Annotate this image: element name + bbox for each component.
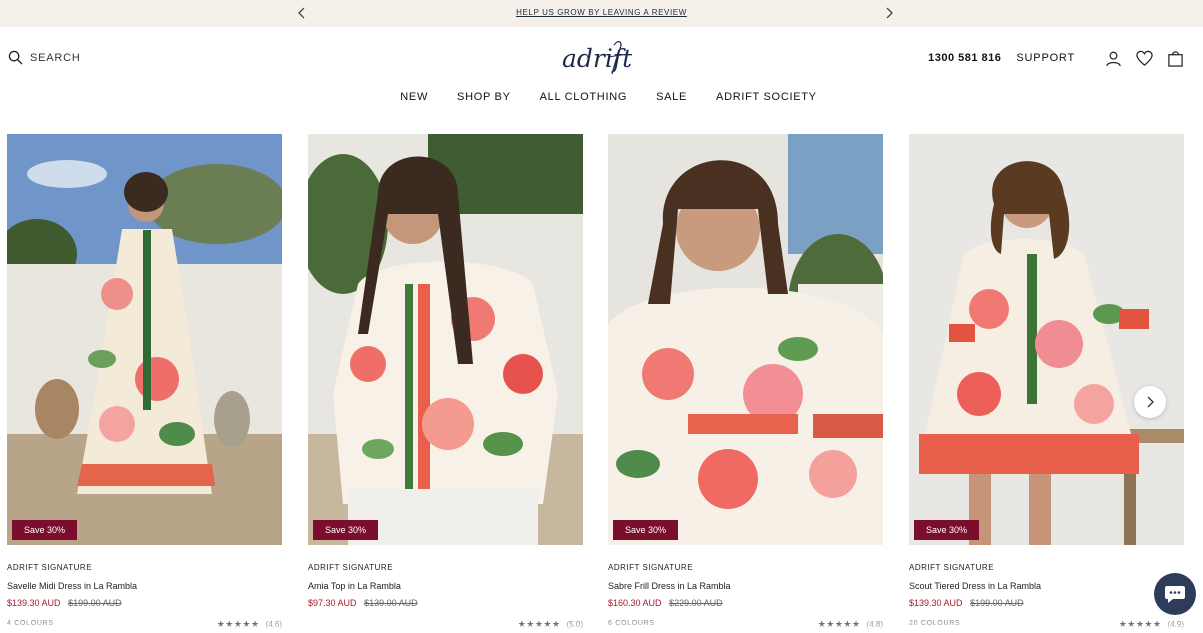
phone-number[interactable]: 1300 581 816	[928, 52, 1001, 64]
sale-price: $139.30 AUD	[909, 598, 963, 608]
original-price: $139.00 AUD	[364, 598, 418, 608]
sale-price: $97.30 AUD	[308, 598, 357, 608]
bag-icon	[1167, 50, 1183, 67]
product-image[interactable]	[7, 134, 282, 545]
sale-badge: Save 30%	[12, 520, 78, 540]
rating-score: (5.0)	[566, 620, 583, 629]
chat-icon	[1165, 586, 1185, 603]
product-name[interactable]: Amia Top in La Rambla	[308, 581, 401, 591]
rating-score: (4.9)	[1167, 620, 1184, 629]
account-button[interactable]	[1104, 49, 1122, 67]
announcement-next-button[interactable]	[880, 4, 898, 22]
chevron-right-icon	[886, 7, 893, 19]
search-icon	[8, 50, 23, 65]
chat-button[interactable]	[1154, 573, 1196, 615]
sale-badge: Save 30%	[914, 520, 980, 540]
site-header: SEARCH adrift 1300 581 816 SUPPORT NEW S…	[0, 27, 1203, 122]
announcement-link[interactable]: HELP US GROW BY LEAVING A REVIEW	[0, 8, 1203, 17]
rating-score: (4.8)	[866, 620, 883, 629]
product-rating: ★★★★★ (4.6)	[217, 619, 282, 630]
star-rating-icon: ★★★★★	[517, 619, 561, 629]
wishlist-button[interactable]	[1135, 49, 1153, 67]
search-label: SEARCH	[30, 51, 81, 64]
search-button[interactable]: SEARCH	[8, 50, 81, 65]
nav-item-all-clothing[interactable]: ALL CLOTHING	[540, 91, 627, 103]
cart-button[interactable]	[1166, 49, 1184, 67]
product-rating: ★★★★★ (5.0)	[518, 619, 583, 630]
colour-count[interactable]: 4 COLOURS	[7, 620, 54, 627]
product-brand: ADRIFT SIGNATURE	[308, 563, 394, 572]
sale-price: $139.30 AUD	[7, 598, 61, 608]
original-price: $199.00 AUD	[970, 598, 1024, 608]
original-price: $229.00 AUD	[669, 598, 723, 608]
main-nav: NEW SHOP BY ALL CLOTHING SALE ADRIFT SOC…	[0, 91, 1203, 103]
product-price: $160.30 AUD $229.00 AUD	[608, 598, 723, 608]
product-brand: ADRIFT SIGNATURE	[909, 563, 995, 572]
product-rating: ★★★★★ (4.9)	[1119, 619, 1184, 630]
heart-icon	[1135, 50, 1153, 66]
announcement-bar: HELP US GROW BY LEAVING A REVIEW	[0, 0, 1203, 27]
product-image[interactable]	[308, 134, 583, 545]
product-brand: ADRIFT SIGNATURE	[608, 563, 694, 572]
star-rating-icon: ★★★★★	[1118, 619, 1162, 629]
logo-wordmark: adrift	[562, 41, 633, 75]
header-tools: 1300 581 816 SUPPORT	[928, 49, 1184, 67]
rating-score: (4.6)	[265, 620, 282, 629]
account-icon	[1105, 51, 1121, 66]
product-name[interactable]: Savelle Midi Dress in La Rambla	[7, 581, 137, 591]
colour-count[interactable]: 20 COLOURS	[909, 620, 960, 627]
svg-text:adrift: adrift	[562, 44, 633, 73]
product-name[interactable]: Scout Tiered Dress in La Rambla	[909, 581, 1041, 591]
nav-item-adrift-society[interactable]: ADRIFT SOCIETY	[716, 91, 817, 103]
original-price: $199.00 AUD	[68, 598, 122, 608]
product-image[interactable]	[909, 134, 1184, 545]
product-brand: ADRIFT SIGNATURE	[7, 563, 93, 572]
product-image[interactable]	[608, 134, 883, 545]
page-fade	[0, 616, 1203, 633]
product-price: $139.30 AUD $199.00 AUD	[7, 598, 122, 608]
star-rating-icon: ★★★★★	[817, 619, 861, 629]
star-rating-icon: ★★★★★	[216, 619, 260, 629]
carousel-next-button[interactable]	[1134, 386, 1166, 418]
chevron-right-icon	[1147, 396, 1154, 408]
colour-count[interactable]: 6 COLOURS	[608, 620, 655, 627]
product-price: $97.30 AUD $139.00 AUD	[308, 598, 418, 608]
nav-item-shop-by[interactable]: SHOP BY	[457, 91, 511, 103]
nav-item-sale[interactable]: SALE	[656, 91, 687, 103]
site-logo[interactable]: adrift	[552, 37, 642, 79]
product-rating: ★★★★★ (4.8)	[818, 619, 883, 630]
product-name[interactable]: Sabre Frill Dress in La Rambla	[608, 581, 731, 591]
sale-badge: Save 30%	[613, 520, 679, 540]
support-link[interactable]: SUPPORT	[1016, 52, 1075, 64]
sale-badge: Save 30%	[313, 520, 379, 540]
product-price: $139.30 AUD $199.00 AUD	[909, 598, 1024, 608]
nav-item-new[interactable]: NEW	[400, 91, 428, 103]
sale-price: $160.30 AUD	[608, 598, 662, 608]
